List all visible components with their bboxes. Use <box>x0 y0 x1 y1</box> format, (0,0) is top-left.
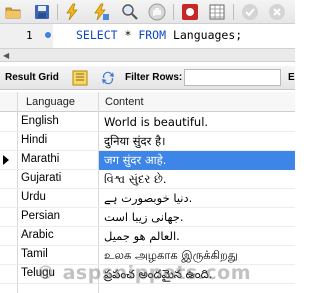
cell-content[interactable]: दुनिया सुंदर है। <box>104 134 165 149</box>
filter-rows-label: Filter Rows: <box>125 72 183 83</box>
table-row[interactable]: English World is beautiful. <box>0 113 295 132</box>
form-view-icon[interactable] <box>72 70 88 89</box>
editor-gutter: 1 <box>0 24 53 48</box>
cell-language[interactable]: English <box>21 115 59 127</box>
cell-language[interactable]: Arabic <box>21 229 54 241</box>
sql-editor[interactable]: 1 SELECT * FROM Languages; <box>0 24 295 48</box>
save-icon[interactable] <box>33 3 51 21</box>
error-toggle-icon[interactable] <box>181 3 199 21</box>
column-header-language[interactable]: Language <box>26 96 75 108</box>
table-row[interactable]: Arabic العالم هو جميل. <box>0 227 295 246</box>
rollback-icon[interactable] <box>268 3 286 21</box>
commit-icon[interactable] <box>241 3 259 21</box>
editor-horizontal-scrollbar[interactable]: ◀ <box>0 48 295 62</box>
stop-icon[interactable] <box>148 3 166 21</box>
sql-table-name: Languages; <box>166 28 243 42</box>
line-number: 1 <box>26 29 33 42</box>
cell-content[interactable]: دنیا خوبصورت ہے. <box>104 191 192 205</box>
sql-code-line[interactable]: SELECT * FROM Languages; <box>76 28 242 42</box>
filter-rows-input[interactable] <box>184 69 281 86</box>
refresh-icon[interactable] <box>100 70 116 89</box>
current-row-marker-icon <box>3 155 9 165</box>
toolbar <box>0 0 295 24</box>
statement-marker-icon <box>45 32 51 38</box>
sql-keyword-select: SELECT <box>76 28 118 42</box>
table-row[interactable]: Hindi दुनिया सुंदर है। <box>0 132 295 151</box>
execute-icon[interactable] <box>63 3 81 21</box>
cell-language[interactable]: Persian <box>21 210 60 222</box>
result-grid-tab[interactable]: Result Grid <box>5 72 59 83</box>
watermark: © aspsnippets.com <box>36 262 252 284</box>
cell-content[interactable]: جهانی زیبا است. <box>104 210 184 224</box>
cell-content[interactable]: વિશ્વ સુંદર છે. <box>104 172 167 187</box>
table-row-selected[interactable]: Marathi जग सुंदर आहे. <box>0 151 295 170</box>
cell-language[interactable]: Hindi <box>21 134 47 146</box>
cell-language[interactable]: Marathi <box>21 153 59 165</box>
execute-current-icon[interactable] <box>92 3 110 21</box>
scroll-left-icon[interactable]: ◀ <box>3 51 9 60</box>
table-row[interactable]: Urdu دنیا خوبصورت ہے. <box>0 189 295 208</box>
grid-toggle-icon[interactable] <box>208 3 226 21</box>
table-row[interactable]: Persian جهانی زیبا است. <box>0 208 295 227</box>
sql-keyword-from: FROM <box>138 28 167 42</box>
cell-language[interactable]: Gujarati <box>21 172 61 184</box>
column-header-content[interactable]: Content <box>105 96 144 108</box>
grid-header: Language Content <box>0 92 295 112</box>
open-folder-icon[interactable] <box>4 3 22 21</box>
cell-language[interactable]: Urdu <box>21 191 46 203</box>
table-row[interactable]: Gujarati વિશ્વ સુંદર છે. <box>0 170 295 189</box>
explain-icon[interactable] <box>121 3 139 21</box>
sql-star: * <box>117 28 139 42</box>
cell-language[interactable]: Tamil <box>21 248 48 260</box>
cell-content[interactable]: العالم هو جميل. <box>104 229 180 243</box>
cell-content-selected[interactable]: जग सुंदर आहे. <box>104 153 166 168</box>
edit-label[interactable]: E <box>288 72 295 83</box>
result-grid-toolbar: Result Grid Filter Rows: E <box>0 66 295 90</box>
cell-content[interactable]: World is beautiful. <box>104 115 208 129</box>
